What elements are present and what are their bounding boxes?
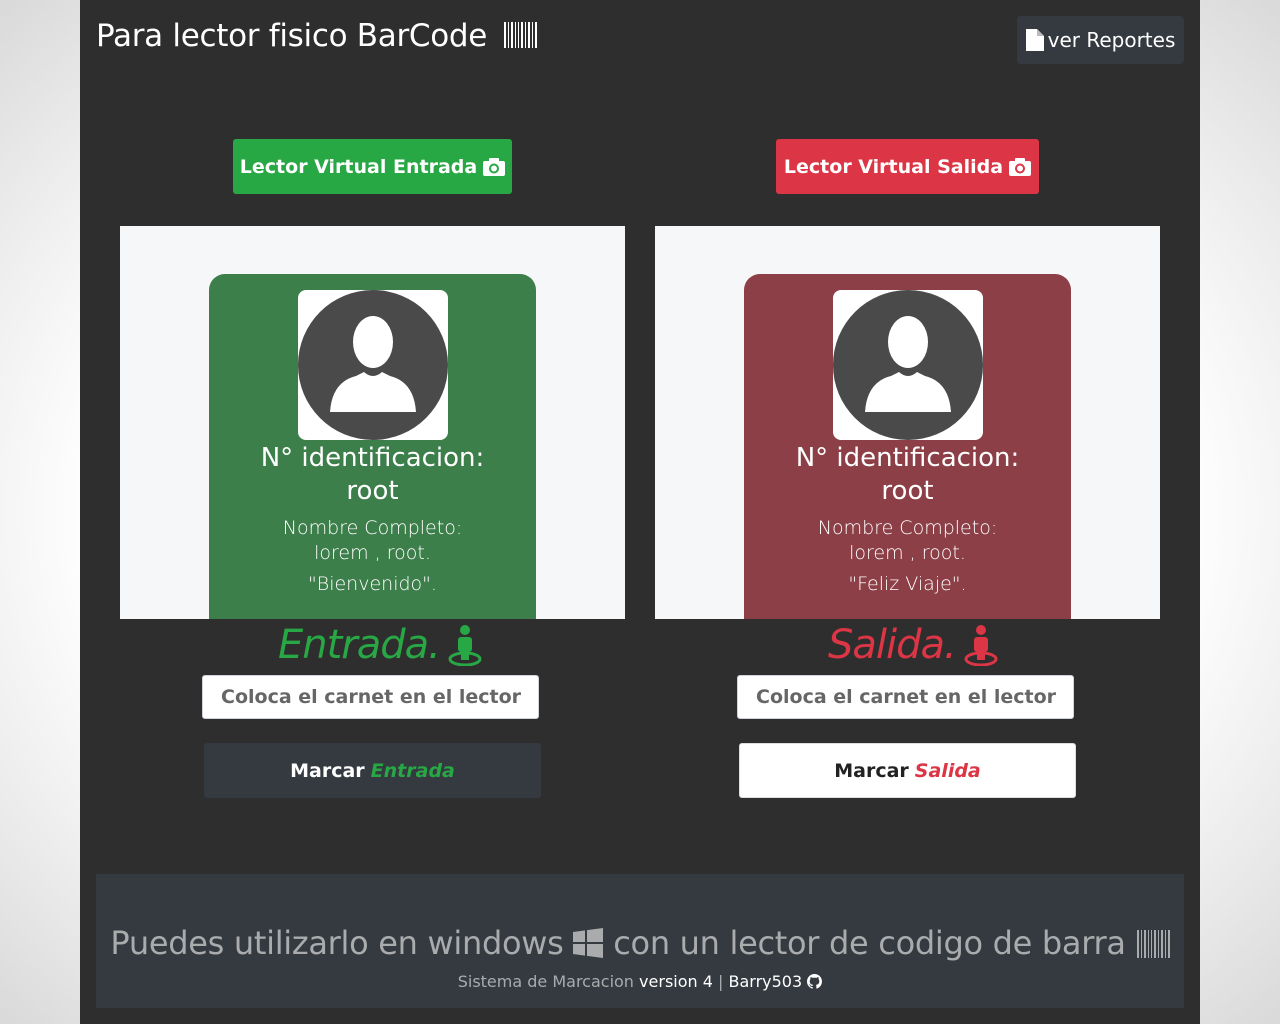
- id-value: root: [346, 476, 399, 506]
- user-avatar-icon: [833, 290, 983, 440]
- mark-entry-word: Entrada: [370, 759, 455, 782]
- entry-card-input[interactable]: [202, 675, 539, 719]
- id-block: N° identificacion: root: [209, 442, 536, 508]
- version-text: version 4: [639, 972, 713, 991]
- id-label: N° identificacion:: [795, 443, 1020, 473]
- name-block: Nombre Completo: lorem , root.: [209, 516, 536, 566]
- street-view-icon: [964, 625, 998, 666]
- entry-status-text: Entrada.: [278, 622, 441, 668]
- windows-icon: [573, 928, 604, 958]
- id-block: N° identificacion: root: [744, 442, 1071, 508]
- name-value: lorem , root.: [314, 542, 431, 564]
- virtual-reader-exit-label: Lector Virtual Salida: [783, 155, 1004, 178]
- entry-status-heading: Entrada.: [278, 622, 482, 668]
- view-reports-label: ver Reportes: [1047, 28, 1176, 52]
- user-avatar-icon: [298, 290, 448, 440]
- entry-panel: N° identificacion: root Nombre Completo:…: [120, 226, 625, 619]
- street-view-icon: [448, 625, 482, 666]
- file-icon: [1025, 29, 1044, 51]
- footer-text-part1: Puedes utilizarlo en windows: [110, 924, 564, 962]
- exit-status-text: Salida.: [828, 622, 957, 668]
- mark-exit-button[interactable]: Marcar Salida: [739, 743, 1076, 798]
- barcode-icon: [503, 22, 537, 48]
- camera-icon: [483, 157, 506, 176]
- footer: Puedes utilizarlo en windows con un lect…: [96, 874, 1184, 1008]
- name-label: Nombre Completo:: [282, 517, 463, 539]
- view-reports-button[interactable]: ver Reportes: [1017, 16, 1184, 64]
- camera-icon: [1009, 157, 1032, 176]
- mark-entry-prefix: Marcar: [290, 759, 365, 782]
- exit-status-heading: Salida.: [828, 622, 998, 668]
- virtual-reader-entry-label: Lector Virtual Entrada: [239, 155, 478, 178]
- page-title-text: Para lector fisico BarCode: [96, 18, 488, 54]
- footer-credits: Sistema de Marcacion version 4 | Barry50…: [96, 972, 1184, 991]
- id-label: N° identificacion:: [260, 443, 485, 473]
- welcome-message: "Bienvenido".: [308, 573, 437, 595]
- exit-card-input[interactable]: [737, 675, 1074, 719]
- virtual-reader-exit-button[interactable]: Lector Virtual Salida: [776, 139, 1039, 194]
- author-link[interactable]: Barry503: [729, 972, 803, 991]
- avatar: [833, 290, 983, 440]
- farewell-message: "Feliz Viaje".: [848, 573, 967, 595]
- github-icon[interactable]: [807, 974, 823, 989]
- name-value: lorem , root.: [849, 542, 966, 564]
- mark-entry-button[interactable]: Marcar Entrada: [204, 743, 541, 798]
- id-value: root: [881, 476, 934, 506]
- name-block: Nombre Completo: lorem , root.: [744, 516, 1071, 566]
- barcode-icon: [1136, 930, 1170, 958]
- page-title: Para lector fisico BarCode: [96, 18, 537, 54]
- mark-exit-prefix: Marcar: [834, 759, 909, 782]
- avatar: [298, 290, 448, 440]
- exit-panel: N° identificacion: root Nombre Completo:…: [655, 226, 1160, 619]
- separator: |: [718, 972, 724, 991]
- entry-user-card: N° identificacion: root Nombre Completo:…: [209, 274, 536, 619]
- app-container: Para lector fisico BarCode ver Reportes …: [80, 0, 1200, 1024]
- system-label: Sistema de Marcacion: [457, 972, 634, 991]
- name-label: Nombre Completo:: [817, 517, 998, 539]
- exit-user-card: N° identificacion: root Nombre Completo:…: [744, 274, 1071, 619]
- mark-exit-word: Salida: [914, 759, 981, 782]
- virtual-reader-entry-button[interactable]: Lector Virtual Entrada: [233, 139, 512, 194]
- footer-headline: Puedes utilizarlo en windows con un lect…: [96, 924, 1184, 962]
- footer-text-part2: con un lector de codigo de barra: [613, 924, 1126, 962]
